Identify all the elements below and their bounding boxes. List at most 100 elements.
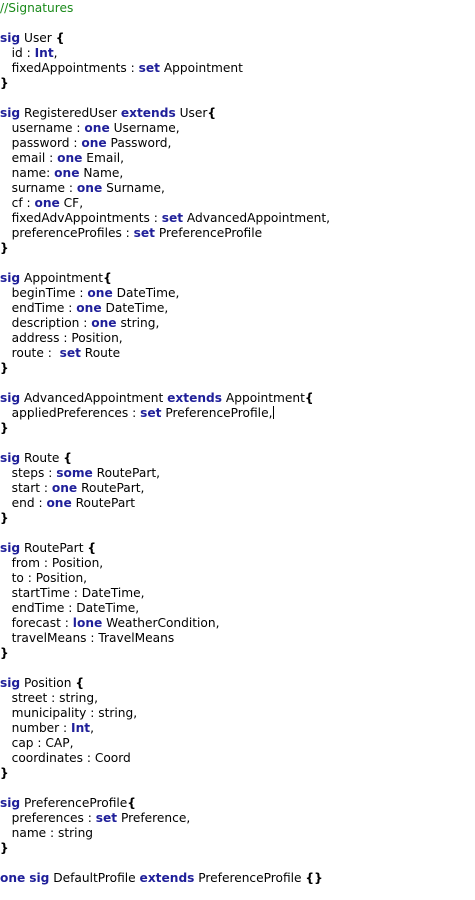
code-line[interactable]: street : string, xyxy=(0,691,475,706)
code-brace: { xyxy=(87,541,97,555)
code-line[interactable]: endTime : DateTime, xyxy=(0,601,475,616)
code-line[interactable]: sig User { xyxy=(0,31,475,46)
code-line[interactable]: fixedAdvAppointments : set AdvancedAppoi… xyxy=(0,211,475,226)
code-line[interactable]: id : Int, xyxy=(0,46,475,61)
code-brace: { xyxy=(75,676,85,690)
code-line[interactable] xyxy=(0,781,475,796)
code-text: to : Position, xyxy=(0,571,88,585)
code-brace: } xyxy=(0,511,9,525)
code-text: preferences : xyxy=(0,811,96,825)
code-text: municipality : string, xyxy=(0,706,138,720)
code-line[interactable]: startTime : DateTime, xyxy=(0,586,475,601)
code-keyword: extends xyxy=(120,106,176,120)
code-line[interactable]: name : string xyxy=(0,826,475,841)
code-line[interactable]: route : set Route xyxy=(0,346,475,361)
code-text: startTime : DateTime, xyxy=(0,586,145,600)
code-line[interactable]: municipality : string, xyxy=(0,706,475,721)
code-keyword: sig xyxy=(0,271,21,285)
code-line[interactable]: address : Position, xyxy=(0,331,475,346)
code-line[interactable]: end : one RoutePart xyxy=(0,496,475,511)
code-text: Appointment xyxy=(20,271,104,285)
code-line[interactable]: sig RegisteredUser extends User{ xyxy=(0,106,475,121)
code-line[interactable]: preferenceProfiles : set PreferenceProfi… xyxy=(0,226,475,241)
code-line[interactable]: beginTime : one DateTime, xyxy=(0,286,475,301)
code-text: PreferenceProfile xyxy=(194,871,306,885)
code-line[interactable]: sig PreferenceProfile{ xyxy=(0,796,475,811)
code-line[interactable]: sig Position { xyxy=(0,676,475,691)
code-line[interactable] xyxy=(0,376,475,391)
code-brace: { xyxy=(207,106,217,120)
code-line[interactable] xyxy=(0,16,475,31)
code-line[interactable]: appliedPreferences : set PreferenceProfi… xyxy=(0,406,475,421)
code-line[interactable]: forecast : lone WeatherCondition, xyxy=(0,616,475,631)
code-line[interactable]: } xyxy=(0,241,475,256)
code-line[interactable]: } xyxy=(0,361,475,376)
code-text: DefaultProfile xyxy=(49,871,140,885)
code-text: street : string, xyxy=(0,691,98,705)
code-keyword: sig xyxy=(0,796,21,810)
code-line[interactable]: } xyxy=(0,646,475,661)
code-line[interactable]: sig AdvancedAppointment extends Appointm… xyxy=(0,391,475,406)
code-line[interactable]: } xyxy=(0,421,475,436)
code-line[interactable]: email : one Email, xyxy=(0,151,475,166)
code-line[interactable] xyxy=(0,436,475,451)
code-line[interactable]: } xyxy=(0,841,475,856)
code-line[interactable]: description : one string, xyxy=(0,316,475,331)
code-keyword: lone xyxy=(72,616,103,630)
code-line[interactable]: travelMeans : TravelMeans xyxy=(0,631,475,646)
code-text: fixedAppointments : xyxy=(0,61,139,75)
code-line[interactable]: steps : some RoutePart, xyxy=(0,466,475,481)
code-brace: { xyxy=(127,796,136,810)
code-line[interactable]: to : Position, xyxy=(0,571,475,586)
code-line[interactable] xyxy=(0,256,475,271)
code-text: start : xyxy=(0,481,52,495)
code-keyword: one xyxy=(0,871,26,885)
code-line[interactable]: from : Position, xyxy=(0,556,475,571)
code-keyword: set xyxy=(161,211,184,225)
code-line[interactable]: coordinates : Coord xyxy=(0,751,475,766)
code-text: email : xyxy=(0,151,58,165)
code-line[interactable]: } xyxy=(0,76,475,91)
code-line[interactable]: sig Route { xyxy=(0,451,475,466)
code-line[interactable]: fixedAppointments : set Appointment xyxy=(0,61,475,76)
code-keyword: sig xyxy=(0,451,21,465)
code-keyword: one xyxy=(46,496,72,510)
code-line[interactable] xyxy=(0,526,475,541)
code-line[interactable]: //Signatures xyxy=(0,1,475,16)
code-line[interactable]: endTime : one DateTime, xyxy=(0,301,475,316)
code-line[interactable]: cap : CAP, xyxy=(0,736,475,751)
code-editor[interactable]: //Signatures sig User { id : Int, fixedAp… xyxy=(0,0,475,900)
code-line[interactable]: password : one Password, xyxy=(0,136,475,151)
code-line[interactable]: name: one Name, xyxy=(0,166,475,181)
code-comment: //Signatures xyxy=(0,1,74,15)
code-keyword: sig xyxy=(0,676,21,690)
code-line[interactable]: } xyxy=(0,511,475,526)
code-text: steps : xyxy=(0,466,57,480)
text-cursor xyxy=(273,406,275,419)
code-text: WeatherCondition, xyxy=(102,616,220,630)
code-text: route : xyxy=(0,346,60,360)
code-text: RoutePart, xyxy=(92,466,160,480)
code-line[interactable]: preferences : set Preference, xyxy=(0,811,475,826)
code-keyword: sig xyxy=(0,391,21,405)
code-line[interactable]: username : one Username, xyxy=(0,121,475,136)
code-brace: } xyxy=(0,361,9,375)
code-text: AdvancedAppointment, xyxy=(183,211,331,225)
code-line[interactable]: start : one RoutePart, xyxy=(0,481,475,496)
code-text: number : xyxy=(0,721,72,735)
code-line[interactable]: cf : one CF, xyxy=(0,196,475,211)
code-line[interactable]: } xyxy=(0,766,475,781)
code-line[interactable]: sig Appointment{ xyxy=(0,271,475,286)
code-line[interactable]: sig RoutePart { xyxy=(0,541,475,556)
code-line[interactable] xyxy=(0,661,475,676)
code-keyword: set xyxy=(140,406,162,420)
code-line[interactable]: one sig DefaultProfile extends Preferenc… xyxy=(0,871,475,886)
code-line[interactable]: surname : one Surname, xyxy=(0,181,475,196)
code-line[interactable] xyxy=(0,91,475,106)
code-brace: { xyxy=(103,271,112,285)
code-text: Password, xyxy=(106,136,172,150)
code-text: travelMeans : TravelMeans xyxy=(0,631,175,645)
code-line[interactable]: number : Int, xyxy=(0,721,475,736)
code-line[interactable] xyxy=(0,856,475,871)
code-text: beginTime : xyxy=(0,286,88,300)
